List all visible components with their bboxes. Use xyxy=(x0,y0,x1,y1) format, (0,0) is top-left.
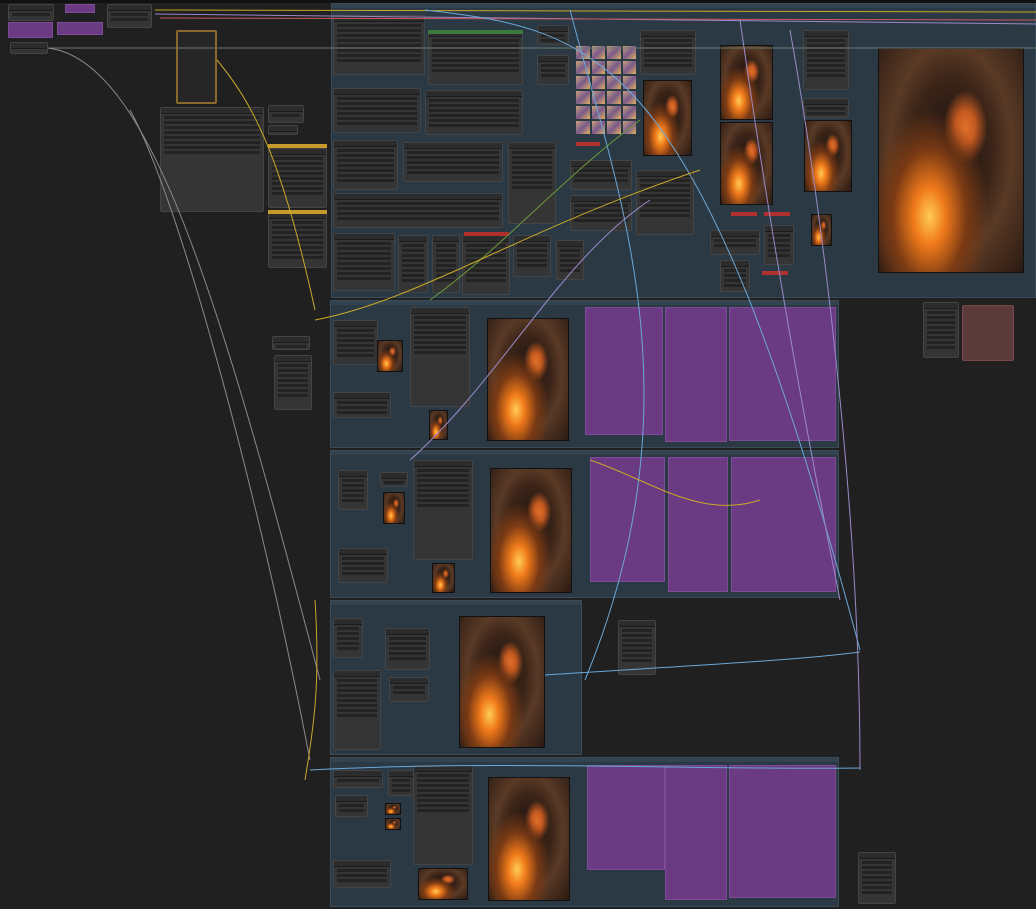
connection-wires xyxy=(47,9,1036,781)
